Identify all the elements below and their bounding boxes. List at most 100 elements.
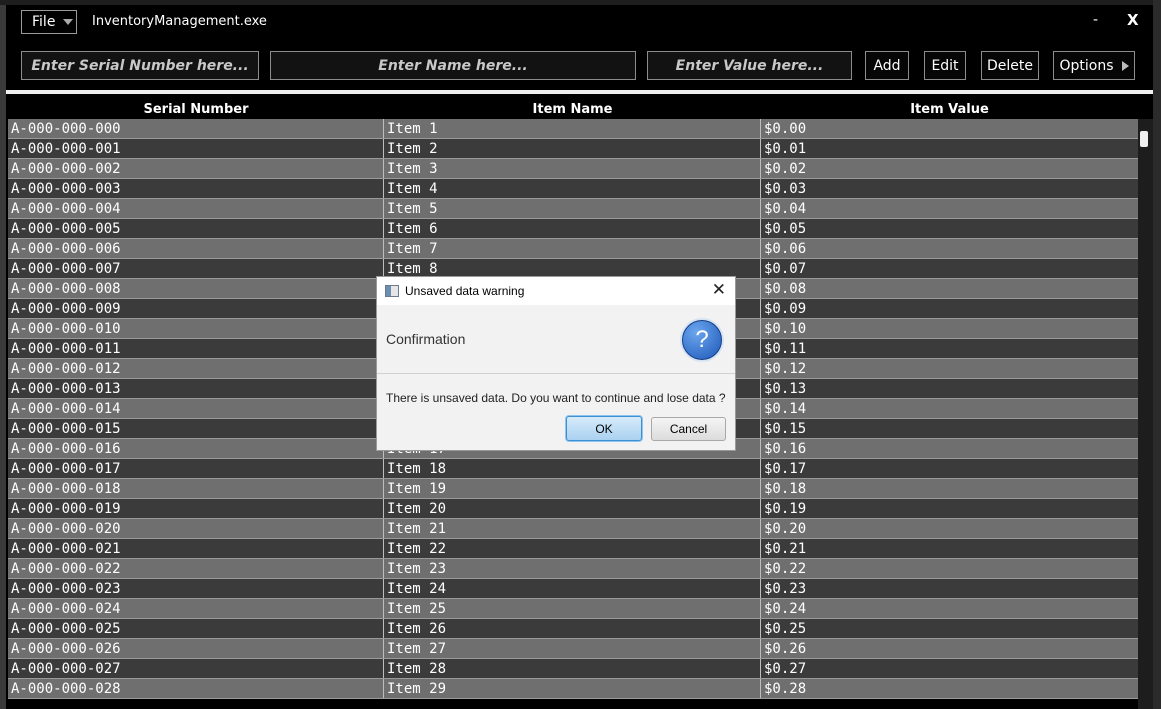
name-cell: Item 21 <box>384 519 761 538</box>
ok-button[interactable]: OK <box>566 416 642 441</box>
serial-cell: A-000-000-021 <box>8 539 384 558</box>
name-cell: Item 7 <box>384 239 761 258</box>
window-title: InventoryManagement.exe <box>92 14 267 29</box>
name-cell: Item 23 <box>384 559 761 578</box>
value-cell: $0.10 <box>764 320 807 337</box>
serial-cell: A-000-000-004 <box>8 199 384 218</box>
minimize-button[interactable]: - <box>1093 12 1098 28</box>
serial-cell: A-000-000-002 <box>8 159 384 178</box>
table-row[interactable]: A-000-000-001 Item 2 $0.01 <box>8 139 1138 159</box>
column-header-serial[interactable]: Serial Number <box>8 99 384 119</box>
value-cell: $0.11 <box>764 340 807 357</box>
table-row[interactable]: A-000-000-005 Item 6 $0.05 <box>8 219 1138 239</box>
value-cell: $0.07 <box>764 260 807 277</box>
table-row[interactable]: A-000-000-000 Item 1 $0.00 <box>8 119 1138 139</box>
value-cell: $0.16 <box>764 440 807 457</box>
value-cell: $0.14 <box>764 400 807 417</box>
dialog-title: Unsaved data warning <box>405 284 525 298</box>
serial-cell: A-000-000-003 <box>8 179 384 198</box>
options-button[interactable]: Options <box>1053 51 1135 80</box>
serial-cell: A-000-000-014 <box>8 399 384 418</box>
value-cell: $0.02 <box>764 160 807 177</box>
table-row[interactable]: A-000-000-024 Item 25 $0.24 <box>8 599 1138 619</box>
table-row[interactable]: A-000-000-025 Item 26 $0.25 <box>8 619 1138 639</box>
name-cell: Item 5 <box>384 199 761 218</box>
serial-number-input[interactable]: Enter Serial Number here... <box>21 51 259 80</box>
dialog-message: There is unsaved data. Do you want to co… <box>386 391 726 405</box>
table-row[interactable]: A-000-000-017 Item 18 $0.17 <box>8 459 1138 479</box>
table-row[interactable]: A-000-000-020 Item 21 $0.20 <box>8 519 1138 539</box>
chevron-right-icon <box>1121 60 1129 71</box>
name-cell: Item 1 <box>384 119 761 138</box>
vertical-scrollbar[interactable] <box>1138 119 1153 709</box>
chevron-down-icon <box>63 19 74 25</box>
table-row[interactable]: A-000-000-002 Item 3 $0.02 <box>8 159 1138 179</box>
name-cell: Item 22 <box>384 539 761 558</box>
item-value-input[interactable]: Enter Value here... <box>647 51 852 80</box>
serial-cell: A-000-000-010 <box>8 319 384 338</box>
cancel-button[interactable]: Cancel <box>651 417 726 441</box>
file-menu-label: File <box>32 14 56 30</box>
value-cell: $0.23 <box>764 580 807 597</box>
serial-cell: A-000-000-016 <box>8 439 384 458</box>
edit-button[interactable]: Edit <box>924 51 966 80</box>
app-window-icon <box>385 285 399 297</box>
serial-cell: A-000-000-017 <box>8 459 384 478</box>
table-row[interactable]: A-000-000-006 Item 7 $0.06 <box>8 239 1138 259</box>
value-cell: $0.27 <box>764 660 807 677</box>
value-cell: $0.24 <box>764 600 807 617</box>
value-cell: $0.26 <box>764 640 807 657</box>
serial-cell: A-000-000-012 <box>8 359 384 378</box>
value-cell: $0.17 <box>764 460 807 477</box>
serial-cell: A-000-000-015 <box>8 419 384 438</box>
name-cell: Item 25 <box>384 599 761 618</box>
unsaved-data-dialog: Unsaved data warning ✕ Confirmation ? Th… <box>376 276 736 451</box>
column-header-value[interactable]: Item Value <box>761 99 1138 119</box>
serial-cell: A-000-000-001 <box>8 139 384 158</box>
value-cell: $0.25 <box>764 620 807 637</box>
table-row[interactable]: A-000-000-026 Item 27 $0.26 <box>8 639 1138 659</box>
serial-cell: A-000-000-007 <box>8 259 384 278</box>
value-cell: $0.13 <box>764 380 807 397</box>
serial-cell: A-000-000-020 <box>8 519 384 538</box>
serial-cell: A-000-000-024 <box>8 599 384 618</box>
table-row[interactable]: A-000-000-004 Item 5 $0.04 <box>8 199 1138 219</box>
table-row[interactable]: A-000-000-003 Item 4 $0.03 <box>8 179 1138 199</box>
serial-cell: A-000-000-005 <box>8 219 384 238</box>
value-cell: $0.00 <box>764 120 807 137</box>
serial-cell: A-000-000-009 <box>8 299 384 318</box>
question-icon: ? <box>682 320 722 360</box>
scrollbar-thumb[interactable] <box>1140 131 1148 147</box>
file-menu-button[interactable]: File <box>21 10 77 34</box>
add-button[interactable]: Add <box>865 51 909 80</box>
name-cell: Item 4 <box>384 179 761 198</box>
table-row[interactable]: A-000-000-028 Item 29 $0.28 <box>8 679 1138 699</box>
value-cell: $0.01 <box>764 140 807 157</box>
serial-cell: A-000-000-000 <box>8 119 384 138</box>
name-cell: Item 27 <box>384 639 761 658</box>
serial-cell: A-000-000-018 <box>8 479 384 498</box>
serial-cell: A-000-000-013 <box>8 379 384 398</box>
delete-button[interactable]: Delete <box>981 51 1039 80</box>
name-cell: Item 28 <box>384 659 761 678</box>
item-name-input[interactable]: Enter Name here... <box>270 51 636 80</box>
table-row[interactable]: A-000-000-022 Item 23 $0.22 <box>8 559 1138 579</box>
name-cell: Item 18 <box>384 459 761 478</box>
close-window-button[interactable]: X <box>1127 11 1139 29</box>
table-row[interactable]: A-000-000-023 Item 24 $0.23 <box>8 579 1138 599</box>
serial-cell: A-000-000-006 <box>8 239 384 258</box>
value-cell: $0.03 <box>764 180 807 197</box>
table-row[interactable]: A-000-000-019 Item 20 $0.19 <box>8 499 1138 519</box>
serial-cell: A-000-000-025 <box>8 619 384 638</box>
name-cell: Item 24 <box>384 579 761 598</box>
table-row[interactable]: A-000-000-027 Item 28 $0.27 <box>8 659 1138 679</box>
value-cell: $0.05 <box>764 220 807 237</box>
table-row[interactable]: A-000-000-018 Item 19 $0.18 <box>8 479 1138 499</box>
table-row[interactable]: A-000-000-021 Item 22 $0.21 <box>8 539 1138 559</box>
value-cell: $0.06 <box>764 240 807 257</box>
dialog-close-icon[interactable]: ✕ <box>712 280 726 300</box>
name-cell: Item 20 <box>384 499 761 518</box>
name-cell: Item 26 <box>384 619 761 638</box>
column-header-name[interactable]: Item Name <box>384 99 761 119</box>
value-cell: $0.28 <box>764 680 807 697</box>
